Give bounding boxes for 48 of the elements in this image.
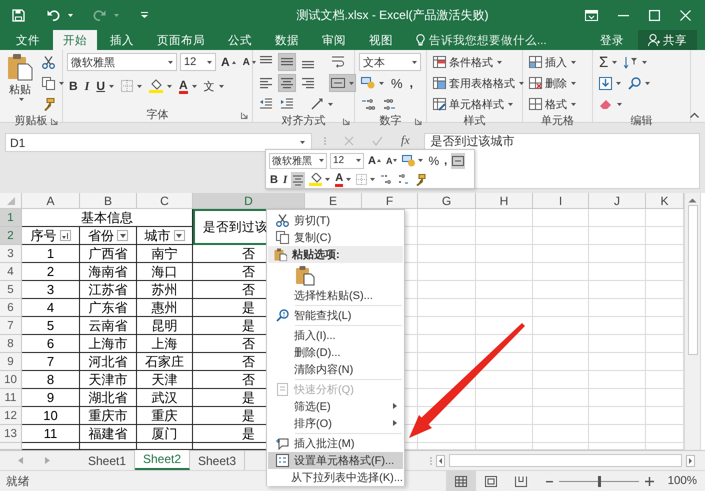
group-label: 剪贴板 — [14, 114, 48, 128]
table-cell: 9 — [22, 389, 80, 407]
table-cell: 7 — [22, 353, 80, 371]
table-cell: 5 — [22, 317, 80, 335]
table-cell: 海南省 — [80, 263, 137, 281]
table-cell: 海口 — [137, 263, 193, 281]
table-cell: 8 — [22, 371, 80, 389]
table-cell: 南宁 — [137, 245, 193, 263]
menu-heading: 粘贴选项: — [268, 246, 403, 263]
column-title: 省份 — [88, 227, 114, 244]
table-cell: 湖北省 — [80, 389, 137, 407]
table-cell: 广东省 — [80, 299, 137, 317]
window-title: 测试文档.xlsx - Excel(产品激活失败) — [296, 6, 490, 24]
group-label: 样式 — [464, 114, 486, 128]
table-cell: 武汉 — [137, 389, 193, 407]
table-cell: 厦门 — [137, 425, 193, 443]
table-cell: 上海市 — [80, 335, 137, 353]
table-cell: 石家庄 — [137, 353, 193, 371]
table-cell: 天津 — [137, 371, 193, 389]
zoom-level: 100% — [666, 475, 698, 487]
table-cell: 2 — [22, 263, 80, 281]
column-title: 城市 — [144, 227, 170, 244]
table-cell: 11 — [22, 425, 80, 443]
table-cell: 惠州 — [137, 299, 193, 317]
table-cell: 福建省 — [80, 425, 137, 443]
table-cell: 6 — [22, 335, 80, 353]
table-cell: 天津市 — [80, 371, 137, 389]
table-cell: 重庆市 — [80, 407, 137, 425]
table-cell: 3 — [22, 281, 80, 299]
table-cell: 广西省 — [80, 245, 137, 263]
table-cell: 10 — [22, 407, 80, 425]
table-cell: 上海 — [137, 335, 193, 353]
status-text: 就绪 — [6, 474, 30, 488]
group-label: 数字 — [380, 114, 402, 128]
group-label: 单元格 — [541, 114, 574, 128]
table-cell: 重庆 — [137, 407, 193, 425]
table-cell: 苏州 — [137, 281, 193, 299]
table-cell: 江苏省 — [80, 281, 137, 299]
column-title: 序号 — [30, 227, 56, 244]
table-cell: 1 — [22, 245, 80, 263]
table-cell: 云南省 — [80, 317, 137, 335]
group-label: 编辑 — [630, 114, 652, 128]
table-cell: 基本信息 — [22, 209, 193, 227]
group-label: 字体 — [146, 108, 168, 122]
table-cell: 4 — [22, 299, 80, 317]
table-cell: 昆明 — [137, 317, 193, 335]
group-label: 对齐方式 — [282, 114, 326, 128]
table-cell: 河北省 — [80, 353, 137, 371]
